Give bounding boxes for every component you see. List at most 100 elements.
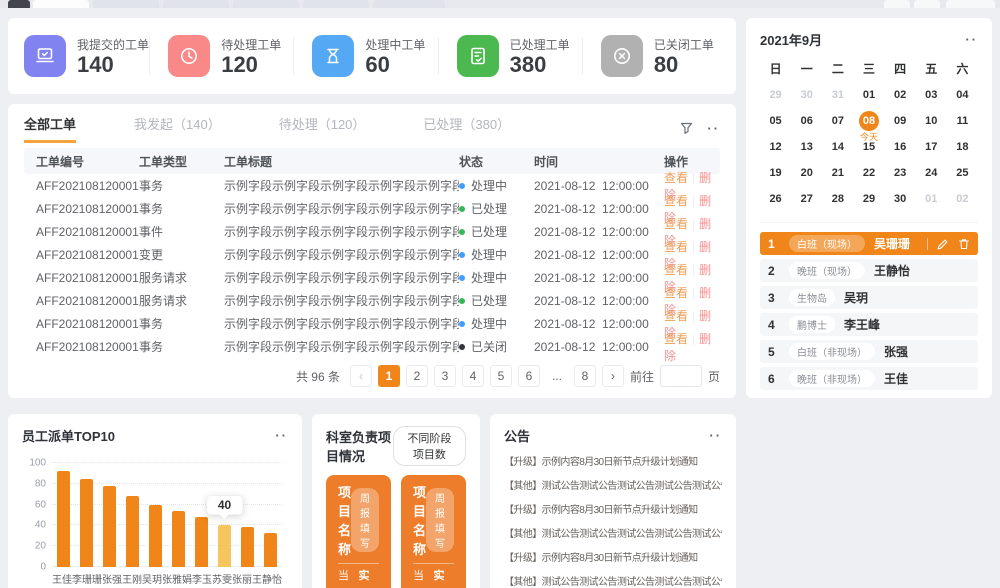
calendar-day[interactable]: 09	[885, 109, 916, 132]
view-link[interactable]: 查看	[664, 309, 688, 323]
calendar-day[interactable]: 21	[822, 161, 853, 184]
page-button[interactable]: 4	[462, 365, 484, 387]
announcement-item[interactable]: 【其他】测试公告测试公告测试公告测试公告测试公告	[504, 571, 722, 588]
view-link[interactable]: 查看	[664, 286, 688, 300]
shift-row[interactable]: 4鹏博士李王峰	[760, 313, 978, 336]
field-value: 实施阶段	[434, 567, 455, 588]
bar[interactable]	[126, 496, 139, 567]
page-button[interactable]: 8	[574, 365, 596, 387]
page-button[interactable]: 2	[406, 365, 428, 387]
view-link[interactable]: 查看	[664, 263, 688, 277]
more-icon[interactable]: ··	[965, 35, 978, 45]
bar[interactable]	[241, 527, 254, 567]
announcement-item[interactable]: 【其他】测试公告测试公告测试公告测试公告测试公告	[504, 475, 722, 499]
order-id-cell: AFF202108120001	[24, 202, 139, 216]
calendar-day[interactable]: 25	[947, 161, 978, 184]
shift-row[interactable]: 2晚班（现场）王静怡	[760, 259, 978, 282]
more-icon[interactable]: ··	[707, 124, 720, 134]
view-link[interactable]: 查看	[664, 332, 688, 346]
project-card[interactable]: 项目名称周报填写当前阶段实施阶段当前进度示例字段下一步计划示例字段计划启动时间2…	[326, 475, 391, 588]
project-card[interactable]: 项目名称周报填写当前阶段实施阶段当前进度示例字段下一步计划示例字段计划启动时间2…	[401, 475, 466, 588]
calendar-day[interactable]: 27	[791, 187, 822, 210]
bar[interactable]	[80, 479, 93, 567]
bar[interactable]	[103, 486, 116, 567]
goto-page-input[interactable]	[660, 365, 702, 387]
calendar-day[interactable]: 02	[885, 83, 916, 106]
view-link[interactable]: 查看	[664, 194, 688, 208]
weekly-report-badge[interactable]: 周报填写	[426, 488, 454, 552]
view-link[interactable]: 查看	[664, 217, 688, 231]
trash-icon[interactable]	[958, 238, 970, 250]
calendar-day[interactable]: 30	[885, 187, 916, 210]
page-button[interactable]: 5	[490, 365, 512, 387]
calendar-day[interactable]: 05	[760, 109, 791, 132]
bar-slot	[167, 463, 190, 567]
calendar-day[interactable]: 01	[853, 83, 884, 106]
shift-row[interactable]: 3生物岛吴玥	[760, 286, 978, 309]
bar[interactable]	[172, 511, 185, 567]
calendar-day[interactable]: 23	[885, 161, 916, 184]
edit-pencil-icon[interactable]	[937, 238, 949, 250]
view-link[interactable]: 查看	[664, 240, 688, 254]
pagination: 共 96 条 ‹123456...8› 前往 页	[24, 365, 720, 387]
calendar-day[interactable]: 07	[822, 109, 853, 132]
calendar-day[interactable]: 03	[916, 83, 947, 106]
calendar-day[interactable]: 20	[791, 161, 822, 184]
stat-value: 380	[510, 54, 570, 76]
bar[interactable]	[218, 525, 231, 567]
calendar-day[interactable]: 29	[853, 187, 884, 210]
calendar-day[interactable]: 30	[791, 83, 822, 106]
stage-count-button[interactable]: 不同阶段项目数	[393, 426, 466, 466]
table-row: AFF202108120001事务示例字段示例字段示例字段示例字段示例字段处理中…	[24, 174, 720, 197]
calendar-day[interactable]: 11	[947, 109, 978, 132]
calendar-day[interactable]: 15	[853, 135, 884, 158]
y-axis-tick: 80	[35, 478, 46, 489]
calendar-day[interactable]: 24	[916, 161, 947, 184]
announcement-item[interactable]: 【升级】示例内容8月30日新节点升级计划通知	[504, 451, 722, 475]
prev-page-button[interactable]: ‹	[350, 365, 372, 387]
calendar-day[interactable]: 01	[916, 187, 947, 210]
calendar-day[interactable]: 04	[947, 83, 978, 106]
tab-processed[interactable]: 已处理（380）	[423, 114, 510, 143]
shift-row[interactable]: 6晚班（非现场）王佳	[760, 367, 978, 390]
calendar-day[interactable]: 12	[760, 135, 791, 158]
calendar-day[interactable]: 28	[822, 187, 853, 210]
more-icon[interactable]: ··	[709, 431, 722, 441]
calendar-day[interactable]: 13	[791, 135, 822, 158]
weekly-report-badge[interactable]: 周报填写	[351, 488, 379, 552]
page-button[interactable]: 6	[518, 365, 540, 387]
calendar-day[interactable]: 14	[822, 135, 853, 158]
calendar-day[interactable]: 19	[760, 161, 791, 184]
calendar-day[interactable]: 17	[916, 135, 947, 158]
calendar-day[interactable]: 10	[916, 109, 947, 132]
view-link[interactable]: 查看	[664, 171, 688, 185]
shift-row[interactable]: 1白班（现场）吴珊珊	[760, 232, 978, 255]
project-name: 项目名称	[413, 482, 426, 558]
filter-funnel-icon[interactable]	[680, 122, 693, 135]
announcement-item[interactable]: 【其他】测试公告测试公告测试公告测试公告测试公告	[504, 523, 722, 547]
tab-pending[interactable]: 待处理（120）	[279, 114, 366, 143]
calendar-day[interactable]: 08今天	[853, 109, 884, 132]
bar[interactable]	[149, 505, 162, 567]
announcement-item[interactable]: 【升级】示例内容8月30日新节点升级计划通知	[504, 499, 722, 523]
shift-row[interactable]: 5白班（非现场）张强	[760, 340, 978, 363]
tab-all-orders[interactable]: 全部工单	[24, 114, 76, 143]
page-button[interactable]: 1	[378, 365, 400, 387]
calendar-day[interactable]: 22	[853, 161, 884, 184]
calendar-day[interactable]: 29	[760, 83, 791, 106]
calendar-day[interactable]: 26	[760, 187, 791, 210]
bar[interactable]	[57, 471, 70, 567]
bar[interactable]	[195, 517, 208, 567]
bar[interactable]	[264, 533, 277, 567]
more-icon[interactable]: ··	[275, 431, 288, 441]
announcement-item[interactable]: 【升级】示例内容8月30日新节点升级计划通知	[504, 547, 722, 571]
tab-my-submitted[interactable]: 我发起（140）	[134, 114, 221, 143]
calendar-day[interactable]: 18	[947, 135, 978, 158]
calendar-day[interactable]: 02	[947, 187, 978, 210]
next-page-button[interactable]: ›	[602, 365, 624, 387]
y-axis-tick: 40	[35, 520, 46, 531]
calendar-day[interactable]: 31	[822, 83, 853, 106]
calendar-day[interactable]: 16	[885, 135, 916, 158]
calendar-day[interactable]: 06	[791, 109, 822, 132]
page-button[interactable]: 3	[434, 365, 456, 387]
